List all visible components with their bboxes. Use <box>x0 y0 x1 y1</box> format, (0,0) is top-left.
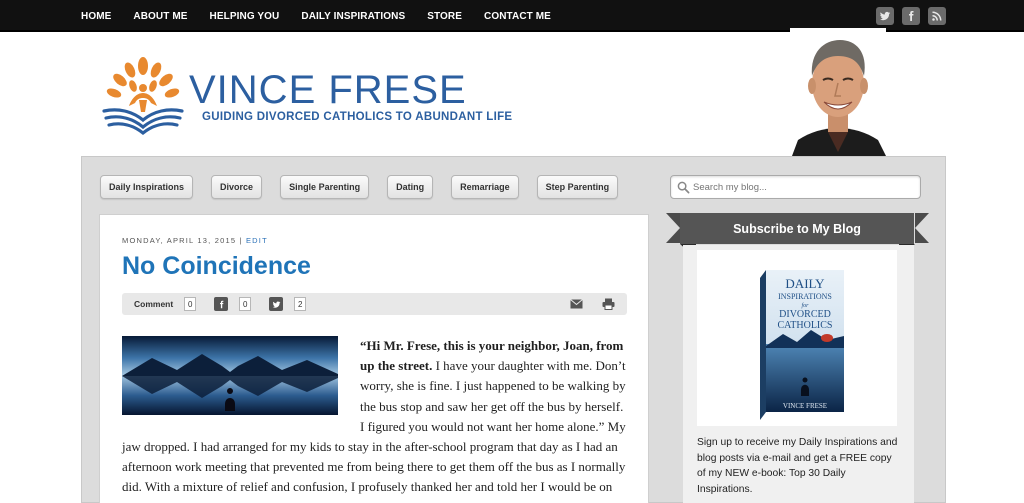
lake-sunset-image <box>122 336 338 415</box>
twitter-share-count: 2 <box>294 297 307 311</box>
email-icon[interactable] <box>568 297 584 311</box>
ebook-author: VINCE FRESE <box>783 402 827 410</box>
ebook-title-line5: CATHOLICS <box>777 320 832 331</box>
category-remarriage[interactable]: Remarriage <box>451 175 519 199</box>
category-single-parenting[interactable]: Single Parenting <box>280 175 370 199</box>
site-title: VINCE FRESE <box>189 68 467 112</box>
site-tagline: GUIDING DIVORCED CATHOLICS TO ABUNDANT L… <box>202 111 513 123</box>
print-icon[interactable] <box>600 297 616 311</box>
ribbon-left-tail <box>666 213 680 243</box>
post-title[interactable]: No Coincidence <box>122 252 311 281</box>
site-logo[interactable]: VINCE FRESE GUIDING DIVORCED CATHOLICS T… <box>100 54 512 139</box>
nav-home[interactable]: HOME <box>81 11 111 22</box>
post-body: “Hi Mr. Frese, this is your neighbor, Jo… <box>122 336 628 503</box>
comment-button[interactable]: Comment <box>130 296 177 312</box>
author-headshot <box>790 28 886 156</box>
rss-icon[interactable] <box>928 7 946 25</box>
ebook-title-line1: DAILY <box>785 276 825 291</box>
comment-count: 0 <box>184 297 197 311</box>
post-date-line: MONDAY, APRIL 13, 2015 | EDIT <box>122 236 268 245</box>
category-step-parenting[interactable]: Step Parenting <box>536 175 619 199</box>
category-bar: Daily Inspirations Divorce Single Parent… <box>100 175 636 199</box>
book-tree-logo-icon <box>102 57 184 136</box>
nav-store[interactable]: STORE <box>427 11 462 22</box>
ebook-title-line3: for <box>801 302 809 309</box>
post-date: MONDAY, APRIL 13, 2015 <box>122 236 237 245</box>
edit-link[interactable]: EDIT <box>246 236 268 245</box>
ebook-badge <box>821 334 833 342</box>
subscribe-title: Subscribe to My Blog <box>733 221 861 236</box>
ebook-cover: DAILY INSPIRATIONS for DIVORCED CATHOLIC… <box>760 270 844 420</box>
ebook-cover-box[interactable]: DAILY INSPIRATIONS for DIVORCED CATHOLIC… <box>697 250 897 426</box>
share-bar: Comment 0 0 2 <box>122 293 627 315</box>
nav-contact-me[interactable]: CONTACT ME <box>484 11 551 22</box>
nav-daily-inspirations[interactable]: DAILY INSPIRATIONS <box>301 11 405 22</box>
category-dating[interactable]: Dating <box>387 175 434 199</box>
ribbon-right-tail <box>915 213 929 243</box>
facebook-share-count: 0 <box>239 297 252 311</box>
subscribe-card: DAILY INSPIRATIONS for DIVORCED CATHOLIC… <box>683 245 914 503</box>
search-box <box>670 175 921 199</box>
social-links <box>868 7 946 25</box>
blog-post: MONDAY, APRIL 13, 2015 | EDIT No Coincid… <box>99 214 649 503</box>
facebook-share-icon[interactable] <box>214 297 228 311</box>
twitter-share-icon[interactable] <box>269 297 283 311</box>
subscribe-ribbon: Subscribe to My Blog <box>666 213 929 258</box>
date-separator: | <box>239 236 243 245</box>
facebook-icon[interactable] <box>902 7 920 25</box>
nav-helping-you[interactable]: HELPING YOU <box>210 11 280 22</box>
category-daily-inspirations[interactable]: Daily Inspirations <box>100 175 194 199</box>
search-input[interactable] <box>693 178 913 196</box>
ebook-title-line4: DIVORCED <box>779 309 831 320</box>
search-icon <box>677 181 690 194</box>
main-menu: HOME ABOUT ME HELPING YOU DAILY INSPIRAT… <box>81 0 573 32</box>
category-divorce[interactable]: Divorce <box>211 175 263 199</box>
twitter-icon[interactable] <box>876 7 894 25</box>
nav-about-me[interactable]: ABOUT ME <box>133 11 187 22</box>
subscribe-description: Sign up to receive my Daily Inspirations… <box>697 437 898 495</box>
ebook-title-line2: INSPIRATIONS <box>778 292 832 301</box>
